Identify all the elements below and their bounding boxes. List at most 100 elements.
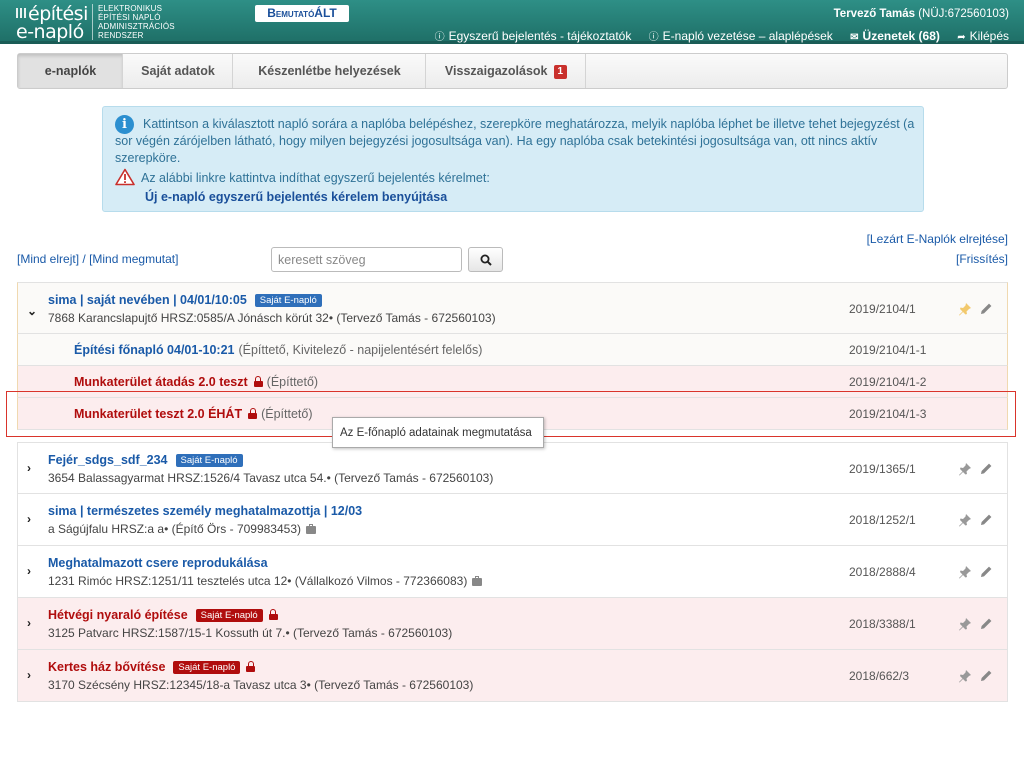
refresh-link[interactable]: [Frissítés] <box>956 252 1008 266</box>
sub-enaplo-code: 2019/2104/1-3 <box>849 407 927 421</box>
tab-keszenlet[interactable]: Készenlétbe helyezések <box>233 54 426 88</box>
toggle-separator: / <box>82 252 86 266</box>
search-icon <box>480 254 492 266</box>
chevron-right-icon[interactable]: › <box>27 461 31 475</box>
pin-icon[interactable] <box>958 669 972 683</box>
logout-arrow-icon: ➦ <box>957 32 966 43</box>
chevron-right-icon[interactable]: › <box>27 668 31 682</box>
info-text: Kattintson a kiválasztott napló sorára a… <box>115 117 915 165</box>
enaplo-address: 3170 Szécsény HRSZ:12345/18-a Tavasz utc… <box>48 678 474 692</box>
enaplo-row[interactable]: › Meghatalmazott csere reprodukálása 123… <box>17 546 1008 598</box>
tab-visszaigazolasok[interactable]: Visszaigazolások 1 <box>426 54 586 88</box>
sub-enaplo-title-text: Munkaterület átadás 2.0 teszt <box>74 375 248 389</box>
enaplo-code: 2018/2888/4 <box>849 565 916 579</box>
visszaigazolasok-count-badge: 1 <box>553 65 568 79</box>
pin-icon[interactable] <box>958 462 972 476</box>
enaplo-code: 2019/2104/1 <box>849 302 916 316</box>
briefcase-icon <box>472 576 483 586</box>
sub-enaplo-title-text: Építési főnapló 04/01-10:21 <box>74 343 235 357</box>
pencil-icon[interactable] <box>979 565 993 579</box>
nav-messages[interactable]: ✉ Üzenetek (68) <box>850 29 940 43</box>
enaplo-title: Meghatalmazott csere reprodukálása <box>48 556 268 570</box>
show-all-link[interactable]: [Mind megmutat] <box>89 252 178 266</box>
info-circle-icon: ⓘ <box>648 32 659 43</box>
nav-logout-label: Kilépés <box>969 29 1009 43</box>
chevron-down-icon[interactable]: ⌄ <box>27 304 37 318</box>
sub-enaplo-role: (Építtető) <box>266 375 319 389</box>
tab-enaplok[interactable]: e-naplók <box>18 54 123 88</box>
search-input[interactable] <box>271 247 462 272</box>
enaplo-title: Kertes ház bővítése Saját E-napló <box>48 660 256 674</box>
warning-triangle-icon <box>115 168 135 186</box>
main-tabs: e-naplók Saját adatok Készenlétbe helyez… <box>17 53 1008 89</box>
sub-enaplo-row[interactable]: Építési főnapló 04/01-10:21 (Építtető, Ki… <box>17 334 1008 366</box>
chevron-right-icon[interactable]: › <box>27 616 31 630</box>
chevron-right-icon[interactable]: › <box>27 512 31 526</box>
pencil-icon[interactable] <box>979 513 993 527</box>
toggle-links: [Mind elrejt] / [Mind megmutat] <box>17 252 178 266</box>
enaplo-address: a Ságújfalu HRSZ:a a• (Építő Örs - 70998… <box>48 522 317 536</box>
tooltip: Az E-főnapló adatainak megmutatása <box>332 417 544 448</box>
enaplo-address-text: 1231 Rimóc HRSZ:1251/11 tesztelés utca 1… <box>48 574 468 588</box>
info-box: i Kattintson a kiválasztott napló sorára… <box>102 106 924 212</box>
briefcase-icon <box>306 524 317 534</box>
tab-sajat-adatok[interactable]: Saját adatok <box>123 54 233 88</box>
enaplo-row[interactable]: › sima | természetes személy meghatalmaz… <box>17 494 1008 546</box>
sub-enaplo-code: 2019/2104/1-2 <box>849 375 927 389</box>
pin-icon[interactable] <box>958 565 972 579</box>
pencil-icon[interactable] <box>979 617 993 631</box>
enaplo-address: 3125 Patvarc HRSZ:1587/15-1 Kossuth út 7… <box>48 626 453 640</box>
warning-text: Az alábbi linkre kattintva indíthat egys… <box>141 171 490 185</box>
user-info: Tervező Tamás (NÜJ:672560103) <box>834 8 1009 20</box>
sub-enaplo-title: Munkaterület teszt 2.0 ÉHÁT (Építtető) <box>74 407 313 421</box>
lock-icon <box>248 408 258 419</box>
enaplo-row[interactable]: › Kertes ház bővítése Saját E-napló 3170 … <box>17 650 1008 702</box>
enaplo-code: 2018/1252/1 <box>849 513 916 527</box>
system-name-line: ELEKTRONIKUS <box>98 4 163 13</box>
enaplo-logo[interactable]: építési e-napló <box>16 4 90 42</box>
nav-enaplo-basics[interactable]: ⓘ E-napló vezetése – alaplépések <box>649 29 833 43</box>
logo-line2: e-napló <box>16 21 84 43</box>
nav-simple-report[interactable]: ⓘ Egyszerű bejelentés - tájékoztatók <box>435 29 632 43</box>
enaplo-title: sima | természetes személy meghatalmazot… <box>48 504 363 518</box>
sub-enaplo-title-text: Munkaterület teszt 2.0 ÉHÁT <box>74 407 243 421</box>
enaplo-code: 2019/1365/1 <box>849 462 916 476</box>
enaplo-title-text: Kertes ház bővítése <box>48 660 166 674</box>
hide-all-link[interactable]: [Mind elrejt] <box>17 252 79 266</box>
own-enaplo-tag: Saját E-napló <box>254 294 322 307</box>
tab-enaplok-label: e-naplók <box>44 64 97 78</box>
enaplo-row[interactable]: › Hétvégi nyaraló építése Saját E-napló 3… <box>17 598 1008 650</box>
enaplo-title: Fejér_sdgs_sdf_234 Saját E-napló <box>48 453 243 467</box>
lock-icon <box>246 661 256 672</box>
enaplo-row[interactable]: ⌄ sima | saját nevében | 04/01/10:05 Sajá… <box>17 282 1008 334</box>
nav-logout[interactable]: ➦ Kilépés <box>957 29 1009 43</box>
sub-enaplo-row[interactable]: Munkaterület átadás 2.0 teszt (Építtető) … <box>17 366 1008 398</box>
own-enaplo-tag: Saját E-napló <box>175 454 243 467</box>
enaplo-code: 2018/3388/1 <box>849 617 916 631</box>
pin-icon[interactable] <box>958 513 972 527</box>
info-circle-icon: ⓘ <box>434 32 445 43</box>
hide-closed-wrap: [Lezárt E-Naplók elrejtése] <box>867 232 1008 246</box>
chevron-right-icon[interactable]: › <box>27 564 31 578</box>
new-simple-report-link[interactable]: Új e-napló egyszerű bejelentés kérelem b… <box>145 189 447 206</box>
hide-closed-link[interactable]: [Lezárt E-Naplók elrejtése] <box>867 232 1008 246</box>
pencil-icon[interactable] <box>979 302 993 316</box>
own-enaplo-tag: Saját E-napló <box>173 661 241 674</box>
nav-messages-label: Üzenetek (68) <box>862 29 940 43</box>
pin-icon[interactable] <box>958 302 972 316</box>
sub-enaplo-title: Építési főnapló 04/01-10:21 (Építtető, Ki… <box>74 343 482 357</box>
logo-grid-icon <box>16 8 26 18</box>
enaplo-row[interactable]: › Fejér_sdgs_sdf_234 Saját E-napló 3654 B… <box>17 442 1008 494</box>
user-id: (NÜJ:672560103) <box>918 8 1009 20</box>
pin-icon[interactable] <box>958 617 972 631</box>
pencil-icon[interactable] <box>979 462 993 476</box>
envelope-icon: ✉ <box>850 32 859 43</box>
enaplo-address: 7868 Karancslapujtő HRSZ:0585/A Jónásch … <box>48 311 496 325</box>
user-name: Tervező Tamás <box>833 8 916 20</box>
sub-enaplo-title: Munkaterület átadás 2.0 teszt (Építtető) <box>74 375 318 389</box>
enaplo-address-text: a Ságújfalu HRSZ:a a• (Építő Örs - 70998… <box>48 522 302 536</box>
pencil-icon[interactable] <box>979 669 993 683</box>
enaplo-address: 3654 Balassagyarmat HRSZ:1526/4 Tavasz u… <box>48 471 494 485</box>
nav-enaplo-basics-label: E-napló vezetése – alaplépések <box>662 29 833 43</box>
search-button[interactable] <box>468 247 503 272</box>
